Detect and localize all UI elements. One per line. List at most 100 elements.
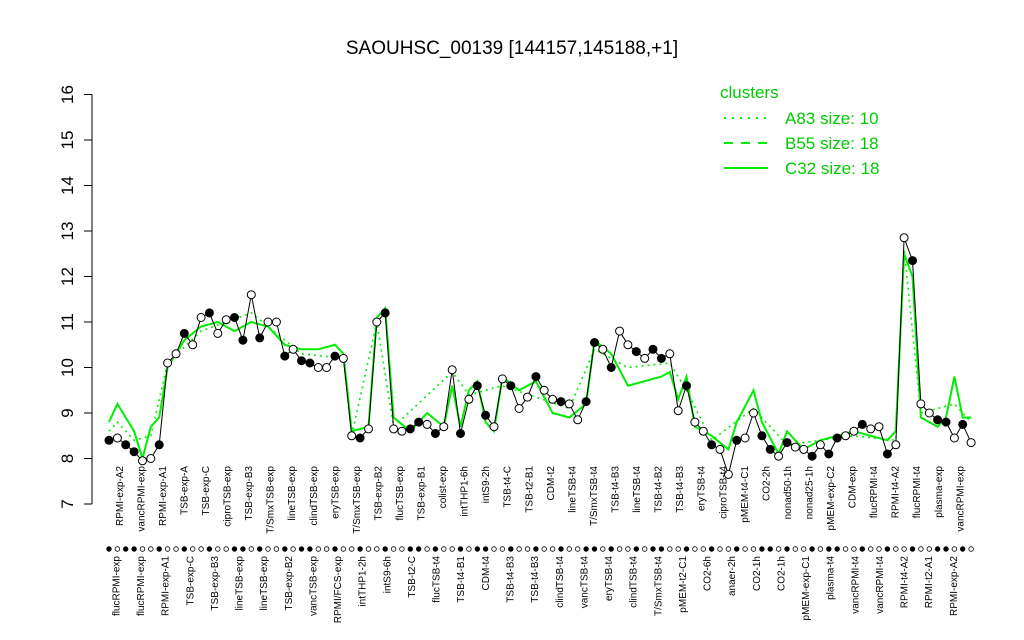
data-point [313,363,323,372]
data-point [146,454,156,463]
x-label-top: vancRPMI-exp [955,466,966,532]
data-point [364,424,373,434]
rug-marker [692,546,698,552]
rug-marker [734,546,740,552]
rug-marker [248,546,254,552]
x-label-top: TSB-exp-B3 [244,466,255,521]
x-label-top: intS9-2h [481,466,492,503]
x-label-top: flucRPMI-t4 [912,466,923,519]
data-point [631,347,641,357]
legend-entry-label: C32 size: 18 [785,159,880,178]
x-label-top: ciproTSB-t4 [718,466,729,519]
x-label-top: TSB-exp-B2 [373,466,384,521]
rug-marker [683,546,690,552]
data-point [958,419,968,429]
rug-marker [516,546,522,552]
rug-marker [675,546,681,552]
data-point [774,451,784,461]
data-point [874,422,884,432]
rug-marker [750,546,757,552]
data-point [447,365,457,375]
rug-marker [114,546,121,552]
legend: clusters A83 size: 10 B55 size: 18 C32 siz… [720,83,880,178]
data-point [715,444,725,454]
data-point [397,426,407,436]
rug-marker [642,546,648,552]
x-label-bottom: TSB-t4-B1 [456,556,467,603]
rug-marker [223,546,229,552]
data-point [171,349,181,359]
data-point [305,358,315,368]
data-point [824,449,834,459]
rug-marker [775,546,782,552]
cluster-expression-plot: SAOUHSC_00139 [144157,145188,+1] 7 8 9 10 11… [58,38,976,623]
data-point [464,394,474,404]
x-label-bottom: lineTSB-exp [235,556,246,611]
x-label-top: eryTSB-t4 [697,466,708,511]
x-label-top: plasma-exp [934,466,945,518]
x-label-top: RPMI-t4-A2 [891,466,902,519]
x-label-bottom: TSB-exp-B3 [210,556,221,611]
rug-marker [583,546,589,552]
probe-series [104,233,976,479]
rug-marker [189,546,196,552]
data-point [698,426,708,436]
x-label-top: eryTSB-exp [330,466,341,519]
data-point [271,317,281,327]
rug-marker [349,546,355,552]
data-point [539,385,549,395]
x-label-bottom: TSB-exp-C [185,556,196,605]
x-label-bottom: vancRPMI-t4 [875,556,886,614]
x-label-top: RPMI-exp-A1 [158,466,169,526]
rug-marker [633,546,639,552]
data-point [322,363,332,372]
y-tick-label: 16 [58,85,77,104]
data-point [615,326,625,336]
rug-marker [173,546,179,552]
data-point [188,340,198,350]
rug-marker [809,546,815,552]
y-tick-label: 8 [58,454,77,463]
rug-marker [968,546,974,552]
legend-entry-label: B55 size: 18 [785,134,879,153]
x-label-top: clindTSB-exp [309,466,320,526]
data-point [230,313,239,322]
x-label-bottom: RPMI-exp-A2 [949,556,960,616]
rug-marker [315,546,321,552]
data-point [564,399,574,409]
data-point [581,397,591,407]
x-label-bottom: vancTSB-exp [308,556,319,616]
cluster-c32-line [108,253,972,463]
rug-marker [508,546,514,552]
data-point [799,444,809,454]
rug-marker [156,546,162,552]
data-point [648,344,658,354]
data-point [891,440,901,450]
x-label-top: pMEM-t4-C1 [740,466,751,523]
y-tick-label: 10 [58,358,77,377]
data-point [456,429,465,438]
data-point [196,313,206,322]
series-line [108,237,972,477]
data-point [807,451,817,461]
rug-marker [416,546,422,552]
data-point [372,317,382,327]
rug-marker [926,546,932,552]
data-point [238,335,248,345]
rug-marker [826,546,832,552]
x-label-bottom: vancRPMI-t4 [850,556,861,614]
data-point [765,444,775,454]
rug-marker [332,546,338,552]
x-label-bottom: TSB-exp-B2 [284,556,295,611]
data-point [255,333,265,343]
rug-marker [399,546,405,552]
data-point [690,417,700,427]
x-label-top: flucRPMI-t4 [869,466,880,519]
x-label-top: TSB-t4-B3 [675,466,686,513]
data-point [924,408,934,418]
rug-marker [859,546,865,552]
rug-marker [273,546,280,552]
x-label-top: ciproTSB-exp [223,466,234,527]
rug-marker [717,546,723,552]
rug-marker [290,546,296,552]
